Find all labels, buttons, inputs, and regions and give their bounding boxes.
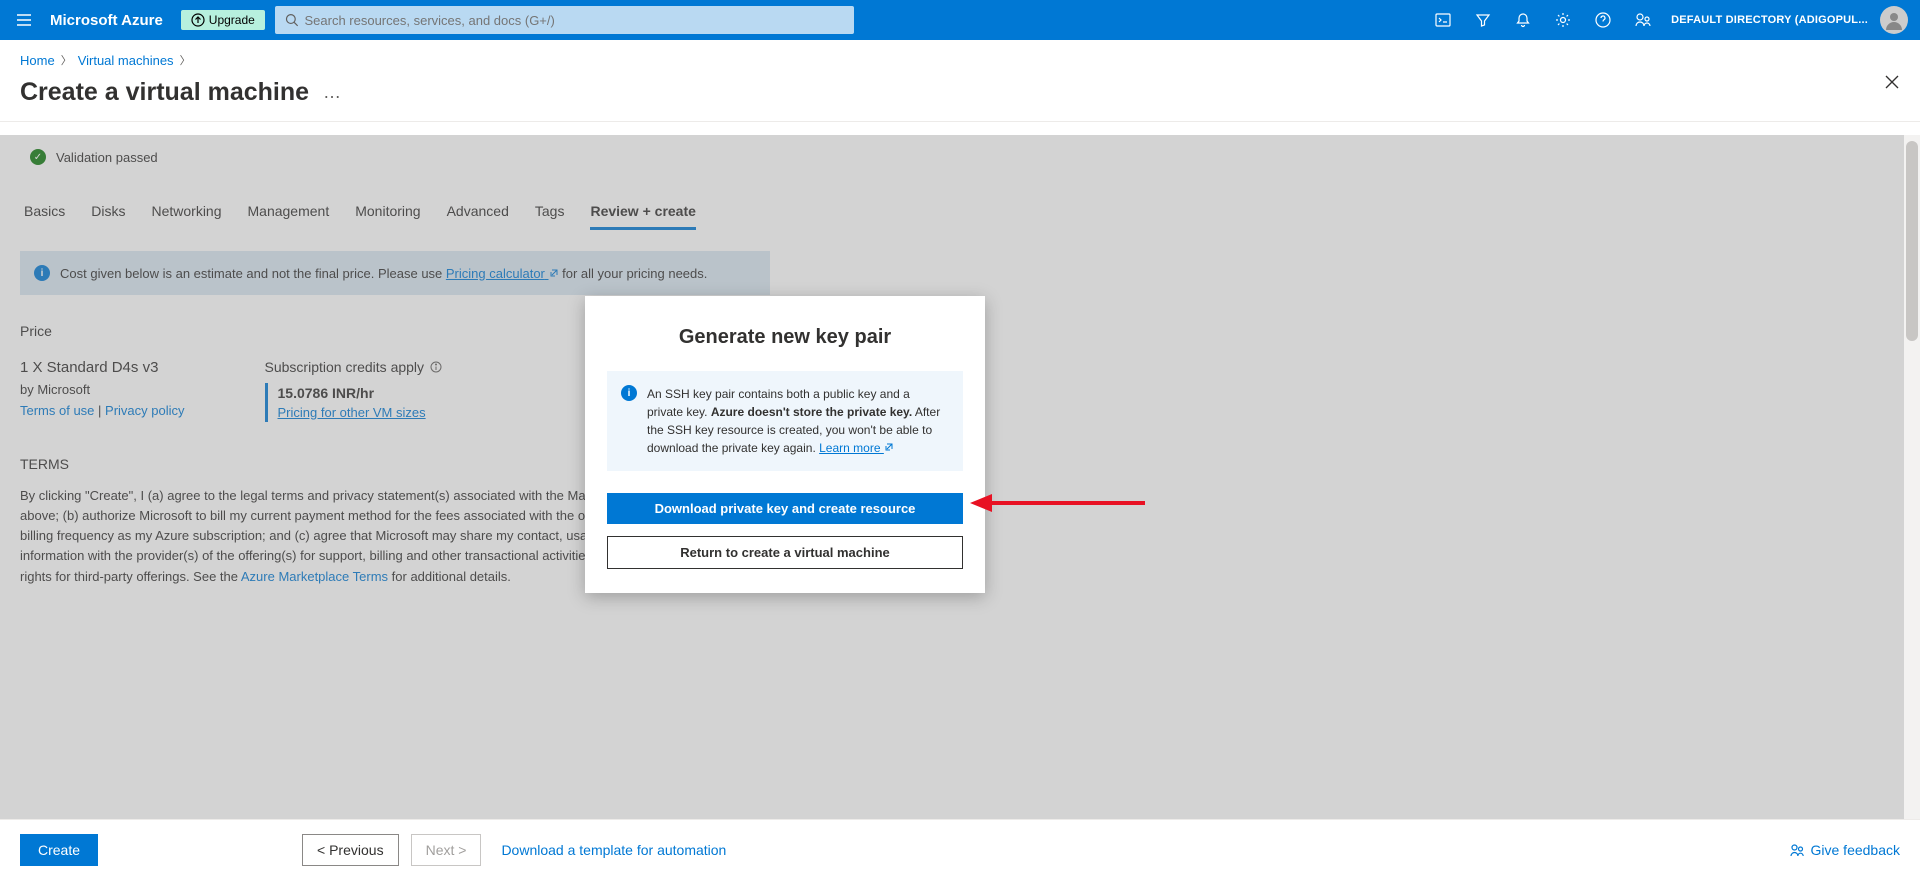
- next-button[interactable]: Next >: [411, 834, 482, 866]
- generate-key-pair-dialog: Generate new key pair i An SSH key pair …: [585, 296, 985, 593]
- feedback-icon[interactable]: [1623, 0, 1663, 40]
- filter-icon[interactable]: [1463, 0, 1503, 40]
- create-button[interactable]: Create: [20, 834, 98, 866]
- notifications-icon[interactable]: [1503, 0, 1543, 40]
- page-title: Create a virtual machine: [20, 78, 309, 107]
- dialog-title: Generate new key pair: [607, 326, 963, 349]
- breadcrumb: Home 〉 Virtual machines 〉: [20, 52, 1900, 68]
- dialog-info-box: i An SSH key pair contains both a public…: [607, 371, 963, 471]
- brand-label[interactable]: Microsoft Azure: [48, 12, 181, 29]
- cloud-shell-icon[interactable]: [1423, 0, 1463, 40]
- more-icon[interactable]: …: [323, 82, 341, 103]
- info-icon: i: [621, 385, 637, 401]
- avatar[interactable]: [1880, 6, 1908, 34]
- search-box[interactable]: [275, 6, 854, 34]
- previous-button[interactable]: < Previous: [302, 834, 399, 866]
- top-bar: Microsoft Azure Upgrade DEFAULT DIRECTOR…: [0, 0, 1920, 40]
- directory-label[interactable]: DEFAULT DIRECTORY (ADIGOPUL...: [1663, 14, 1876, 26]
- download-template-link[interactable]: Download a template for automation: [501, 842, 726, 858]
- search-input[interactable]: [298, 13, 843, 28]
- help-icon[interactable]: [1583, 0, 1623, 40]
- search-icon: [285, 13, 299, 27]
- download-private-key-button[interactable]: Download private key and create resource: [607, 493, 963, 524]
- feedback-icon: [1789, 842, 1805, 858]
- return-button[interactable]: Return to create a virtual machine: [607, 536, 963, 569]
- upgrade-button[interactable]: Upgrade: [181, 10, 265, 30]
- breadcrumb-home[interactable]: Home: [20, 53, 55, 68]
- external-link-icon: [884, 442, 894, 452]
- page-header: Home 〉 Virtual machines 〉 Create a virtu…: [0, 40, 1920, 122]
- learn-more-link[interactable]: Learn more: [819, 441, 894, 455]
- breadcrumb-vm[interactable]: Virtual machines: [78, 53, 174, 68]
- footer: Create < Previous Next > Download a temp…: [0, 819, 1920, 879]
- upgrade-label: Upgrade: [209, 13, 255, 27]
- give-feedback-button[interactable]: Give feedback: [1789, 842, 1901, 858]
- settings-icon[interactable]: [1543, 0, 1583, 40]
- top-icons: [1423, 0, 1663, 40]
- scrollbar-thumb[interactable]: [1906, 141, 1918, 341]
- chevron-right-icon: 〉: [61, 52, 72, 68]
- chevron-right-icon: 〉: [180, 52, 191, 68]
- scrollbar[interactable]: [1904, 135, 1920, 819]
- hamburger-icon[interactable]: [0, 11, 48, 29]
- close-icon[interactable]: [1884, 74, 1900, 93]
